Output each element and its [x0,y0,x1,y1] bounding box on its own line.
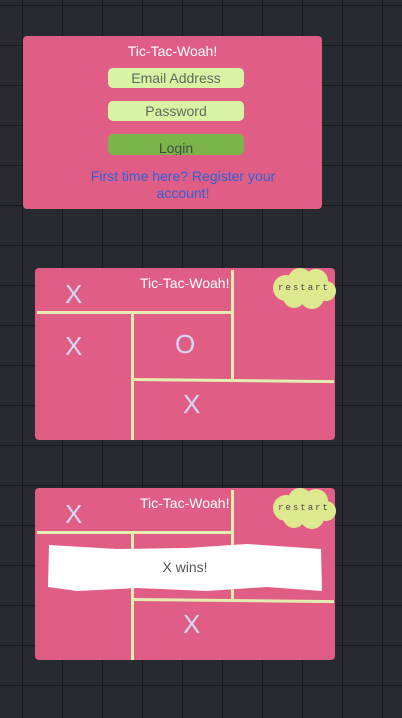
cell-mark[interactable]: X [65,333,82,359]
login-title: Tic-Tac-Woah! [127,43,218,59]
grid-line [37,531,231,534]
email-field[interactable] [108,68,244,88]
restart-label: restart [278,283,330,293]
cell-mark[interactable]: X [183,391,200,417]
game-title: Tic-Tac-Woah! [140,495,230,511]
cell-mark[interactable]: O [175,331,195,357]
restart-button[interactable]: restart [272,488,336,530]
grid-line [131,312,134,440]
win-text: X wins! [162,559,208,575]
cell-mark[interactable]: X [183,611,200,637]
grid-line [133,378,335,384]
game-board: Tic-Tac-Woah! X X X wins! restart [35,488,336,660]
cell-mark[interactable]: X [65,501,82,527]
grid-line [231,270,234,380]
login-card: Tic-Tac-Woah! Login First time here? Reg… [23,36,322,209]
register-link[interactable]: First time here? Register your account! [63,168,303,202]
cell-mark[interactable]: X [65,281,82,307]
grid-line [37,311,231,314]
restart-label: restart [278,503,330,513]
win-banner: X wins! [47,543,323,593]
login-button[interactable]: Login [108,134,244,155]
game-title: Tic-Tac-Woah! [140,275,230,291]
game-board: Tic-Tac-Woah! X X O X restart [35,268,336,440]
grid-line [133,598,335,604]
restart-button[interactable]: restart [272,268,336,310]
password-field[interactable] [108,101,244,121]
